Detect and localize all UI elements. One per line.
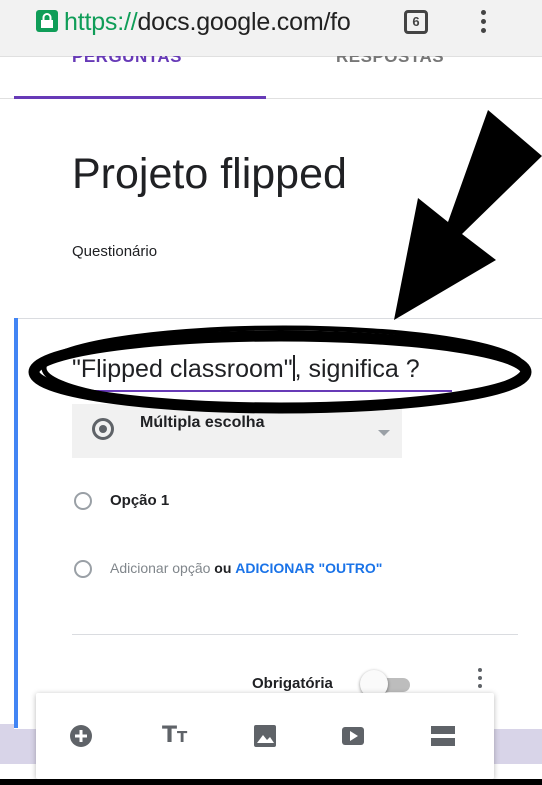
chevron-down-icon [378, 430, 390, 436]
image-icon[interactable] [250, 721, 280, 751]
add-other-link[interactable]: ADICIONAR "OUTRO" [235, 560, 382, 576]
screen-bottom-edge [0, 779, 542, 785]
option-label[interactable]: Opção 1 [110, 492, 169, 509]
video-icon[interactable] [338, 721, 368, 751]
radio-button-icon [92, 418, 114, 440]
annotation-ellipse [28, 325, 532, 414]
card-footer-divider [72, 634, 518, 635]
annotation-arrow [394, 110, 542, 320]
url-text[interactable]: https://docs.google.com/fo [64, 8, 376, 37]
add-circle-icon[interactable] [66, 721, 96, 751]
url-host: docs.google.com/fo [137, 8, 351, 36]
radio-outline-icon [74, 492, 92, 510]
url-scheme: https:// [64, 8, 138, 36]
browser-url-bar[interactable]: https://docs.google.com/fo 6 [0, 0, 542, 57]
active-tab-indicator [14, 96, 266, 99]
required-label: Obrigatória [252, 675, 333, 692]
tab-responses[interactable]: RESPOSTAS [336, 56, 444, 74]
form-tabs: PERGUNTAS RESPOSTAS [0, 56, 542, 100]
form-title[interactable]: Projeto flipped [72, 150, 347, 199]
or-label: ou [214, 560, 232, 576]
section-icon[interactable] [428, 721, 458, 751]
tab-switcher-button[interactable]: 6 [404, 10, 428, 34]
add-option-link[interactable]: Adicionar opção [110, 560, 210, 576]
tab-questions[interactable]: PERGUNTAS [72, 56, 182, 74]
more-vert-icon[interactable] [478, 10, 488, 36]
title-icon[interactable]: TT [162, 721, 192, 751]
tab-questions-label: PERGUNTAS [72, 56, 182, 66]
add-option-line: Adicionar opção ou ADICIONAR "OUTRO" [110, 560, 382, 576]
form-description[interactable]: Questionário [72, 243, 157, 260]
radio-outline-icon [74, 560, 92, 578]
add-item-toolbar: TT [36, 693, 494, 779]
card-focus-bar [14, 318, 18, 728]
more-vert-icon[interactable] [476, 668, 484, 694]
lock-icon [36, 10, 58, 32]
tab-responses-label: RESPOSTAS [336, 56, 445, 66]
